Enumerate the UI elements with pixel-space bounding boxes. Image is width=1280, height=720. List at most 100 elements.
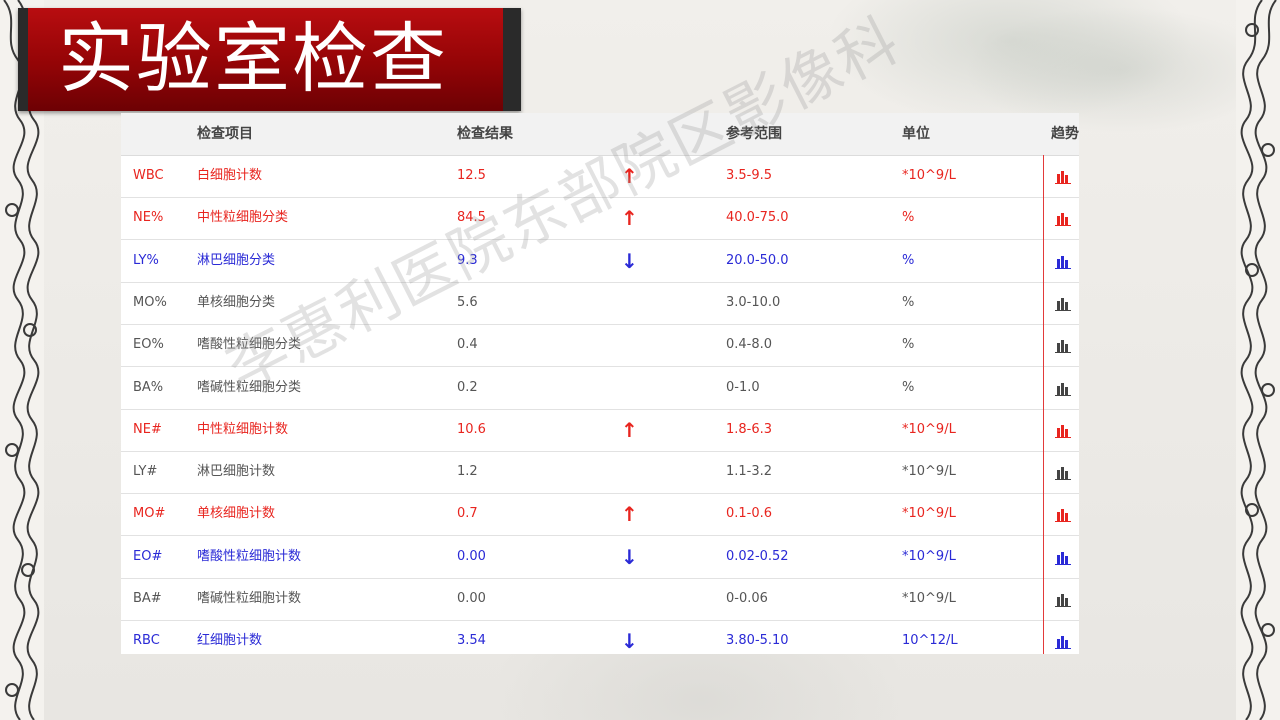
row-code: MO# [133,506,166,522]
row-code: NE% [133,210,164,226]
row-reference-range: 1.1-3.2 [726,464,773,480]
row-item-name: 红细胞计数 [197,633,263,649]
row-code: WBC [133,168,164,183]
row-result: 0.00 [457,591,486,606]
row-code: BA# [133,591,162,606]
row-item-name: 嗜酸性粒细胞计数 [197,548,302,564]
row-result: 0.00 [457,548,486,564]
row-item-name: 嗜碱性粒细胞分类 [197,379,302,395]
header-range: 参考范围 [726,126,782,142]
table-row[interactable]: WBC 白细胞计数 12.5 ↑ 3.5-9.5 *10^9/L [121,155,1079,198]
table-row[interactable]: EO% 嗜酸性粒细胞分类 0.4 0.4-8.0% [121,324,1079,368]
row-item-name: 淋巴细胞分类 [197,252,276,268]
row-flag-arrow: ↓ [621,629,638,654]
row-reference-range: 0.4-8.0 [726,337,773,353]
table-row[interactable]: LY% 淋巴细胞分类 9.3 ↓ 20.0-50.0% [121,240,1079,283]
trend-chart-icon[interactable] [1055,464,1071,481]
trend-chart-icon[interactable] [1055,422,1071,438]
table-row[interactable]: NE% 中性粒细胞分类 84.5 ↑ 40.0-75.0% [121,197,1079,241]
row-flag-arrow: ↑ [621,417,638,442]
row-code: MO% [133,294,167,310]
trend-chart-icon[interactable] [1055,506,1071,523]
trend-chart-icon[interactable] [1055,295,1071,311]
row-reference-range: 3.0-10.0 [726,294,781,310]
row-result: 1.2 [457,464,478,480]
row-item-name: 中性粒细胞分类 [197,210,289,226]
trend-chart-icon[interactable] [1055,337,1071,354]
trend-chart-icon[interactable] [1055,210,1071,227]
row-result: 0.2 [457,379,478,395]
row-flag-arrow: ↓ [621,248,638,273]
row-reference-range: 0-1.0 [726,379,760,395]
row-flag-arrow: ↑ [621,502,638,527]
row-unit: % [902,337,915,353]
row-item-name: 嗜酸性粒细胞分类 [197,337,302,353]
row-unit: *10^9/L [902,464,956,480]
trend-chart-icon[interactable] [1055,633,1071,650]
row-code: BA% [133,379,164,395]
trend-chart-icon[interactable] [1055,168,1071,184]
row-result: 3.54 [457,633,486,649]
trend-chart-icon[interactable] [1055,591,1071,607]
row-unit: % [902,252,915,268]
row-reference-range: 1.8-6.3 [726,421,773,437]
row-flag-arrow: ↑ [621,164,638,188]
row-flag-arrow: ↓ [621,544,638,569]
row-unit: *10^9/L [902,548,956,564]
row-reference-range: 40.0-75.0 [726,210,789,226]
row-item-name: 白细胞计数 [197,168,263,183]
row-code: NE# [133,421,162,437]
right-wave-border [1236,0,1280,720]
row-unit: 10^12/L [902,633,958,649]
header-trend: 趋势 [1051,126,1079,142]
row-code: LY# [133,464,158,480]
row-unit: *10^9/L [902,591,956,606]
trend-chart-icon[interactable] [1055,549,1071,565]
row-item-name: 中性粒细胞计数 [197,421,289,437]
table-row[interactable]: NE# 中性粒细胞计数 10.6 ↑ 1.8-6.3 *10^9/L [121,409,1079,452]
row-reference-range: 3.80-5.10 [726,633,789,649]
table-row[interactable]: MO% 单核细胞分类 5.6 3.0-10.0% [121,282,1079,325]
row-item-name: 淋巴细胞计数 [197,464,276,480]
row-code: EO# [133,548,163,564]
row-reference-range: 0.02-0.52 [726,548,789,564]
page-title: 实验室检查 [58,14,448,103]
table-row[interactable]: BA# 嗜碱性粒细胞计数 0.00 0-0.06 *10^9/L [121,578,1079,621]
row-result: 0.4 [457,337,478,353]
row-result: 5.6 [457,294,478,310]
row-unit: % [902,294,915,310]
row-result: 84.5 [457,210,486,226]
row-flag-arrow: ↑ [621,206,638,231]
row-code: LY% [133,252,159,268]
table-row[interactable]: BA% 嗜碱性粒细胞分类 0.2 0-1.0% [121,367,1079,410]
trend-chart-icon[interactable] [1055,380,1071,396]
header-unit: 单位 [902,126,930,142]
row-unit: % [902,379,915,395]
row-result: 9.3 [457,252,478,268]
row-code: EO% [133,337,164,353]
row-item-name: 单核细胞计数 [197,506,276,522]
row-unit: % [902,210,915,226]
lab-results-table: 检查项目 检查结果 参考范围 单位 趋势 WBC 白细胞计数 12.5 ↑ 3.5-9.… [121,113,1079,654]
row-reference-range: 0-0.06 [726,591,768,606]
table-row[interactable]: MO# 单核细胞计数 0.7 ↑ 0.1-0.6 *10^9/L [121,493,1079,537]
table-header: 检查项目 检查结果 参考范围 单位 趋势 [121,113,1079,156]
trend-divider [1043,155,1044,654]
row-result: 12.5 [457,168,486,183]
row-unit: *10^9/L [902,421,956,437]
header-result: 检查结果 [457,126,513,142]
row-result: 0.7 [457,506,478,522]
trend-chart-icon[interactable] [1055,253,1071,269]
row-unit: *10^9/L [902,506,956,522]
table-row[interactable]: EO# 嗜酸性粒细胞计数 0.00 ↓ 0.02-0.52 *10^9/L [121,536,1079,579]
row-item-name: 单核细胞分类 [197,294,276,310]
banner-edge [18,8,28,111]
row-item-name: 嗜碱性粒细胞计数 [197,591,302,606]
row-reference-range: 20.0-50.0 [726,252,789,268]
title-banner: 实验室检查 [18,8,521,111]
row-reference-range: 3.5-9.5 [726,168,773,183]
table-row[interactable]: LY# 淋巴细胞计数 1.2 1.1-3.2 *10^9/L [121,451,1079,495]
table-row[interactable]: RBC 红细胞计数 3.54 ↓ 3.80-5.10 10^12/L [121,620,1079,654]
row-unit: *10^9/L [902,168,956,183]
row-reference-range: 0.1-0.6 [726,506,773,522]
